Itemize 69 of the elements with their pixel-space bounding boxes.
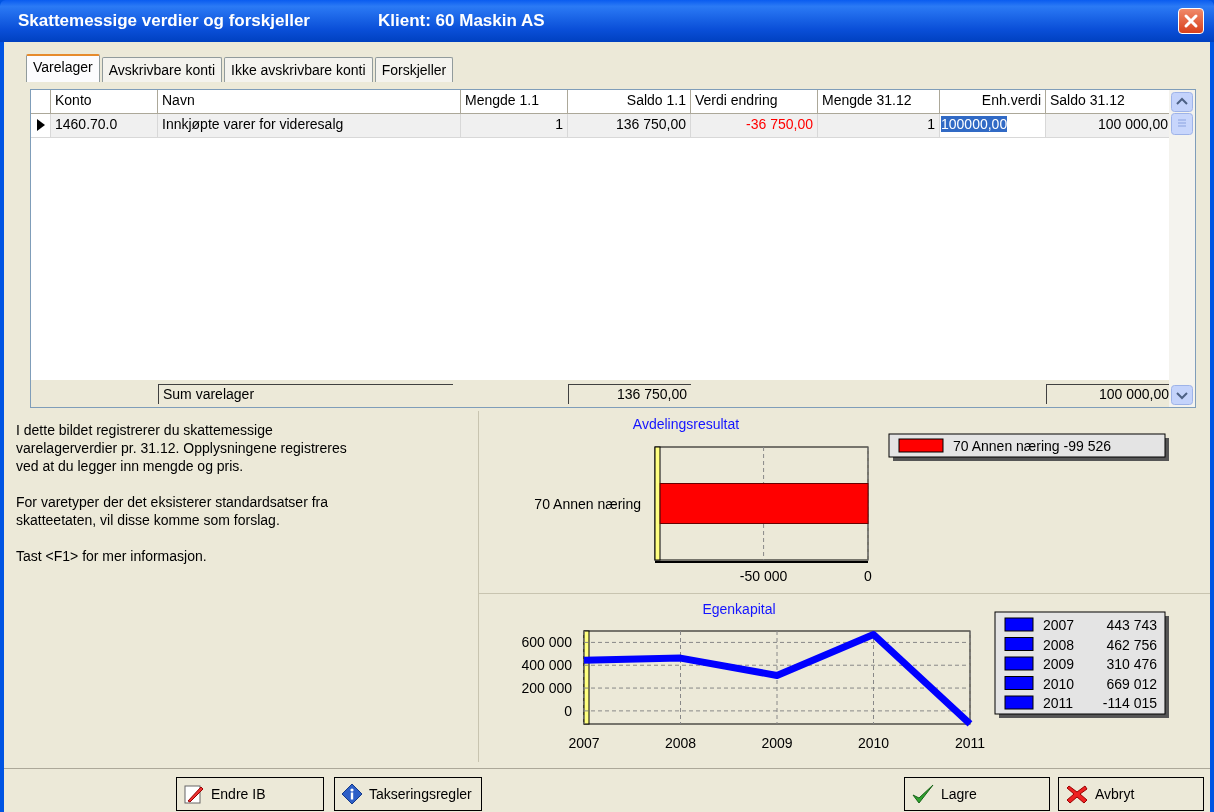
legend-swatch: [1004, 695, 1034, 710]
table-cell: 1: [818, 113, 940, 138]
window-title: Skattemessige verdier og forskjeller: [18, 11, 310, 31]
tab[interactable]: Avskrivbare konti: [101, 57, 222, 82]
toolbar-button[interactable]: Endre IB: [176, 777, 324, 812]
scrollbar[interactable]: [1169, 89, 1195, 408]
sum-label: Sum varelager: [158, 383, 453, 404]
checkmark-icon: [911, 783, 935, 806]
legend-label: 2011: [1043, 695, 1074, 712]
axis-tick-label: 200 000: [521, 680, 572, 697]
legend-label: 2007: [1043, 617, 1075, 634]
column-header[interactable]: Verdi endring: [691, 89, 818, 114]
legend-swatch: [1004, 656, 1034, 671]
info-text: I dette bildet registrerer du skattemessige varelagerverdier pr. 31.12. Opplysningene registreres ved at du legger inn mengde og pris.: [16, 421, 348, 476]
sum-field: 136 750,00: [568, 383, 691, 404]
axis-tick-label: 0: [564, 702, 572, 719]
axis-tick-label: 2007: [568, 735, 600, 752]
info-text: Tast <F1> for mer informasjon.: [16, 547, 208, 566]
axis-tick-label: 2010: [857, 735, 890, 752]
pencil-icon: [183, 783, 205, 806]
table-cell: -36 750,00: [691, 113, 818, 138]
table-cell: 100000,00: [940, 113, 1046, 138]
axis-tick-label: 2008: [664, 735, 697, 752]
column-header[interactable]: Konto: [51, 89, 158, 114]
tab[interactable]: Forskjeller: [374, 57, 454, 82]
legend-label: 70 Annen næring -99 526: [953, 438, 1111, 455]
column-header[interactable]: Mengde 1.1: [461, 89, 568, 114]
table-cell: 136 750,00: [568, 113, 691, 138]
table-cell: 1: [461, 113, 568, 138]
chart-title: Egenkapital: [702, 601, 776, 618]
legend-swatch: [1004, 676, 1034, 691]
axis-tick-label: 0: [864, 568, 872, 585]
axis-tick-label: -50 000: [739, 568, 788, 585]
cross-icon: [1065, 783, 1089, 806]
close-button[interactable]: [1178, 8, 1204, 34]
axis-tick-label: 2011: [954, 735, 986, 752]
legend-swatch: [1004, 617, 1034, 632]
client-label: Klient: 60 Maskin AS: [378, 11, 545, 31]
column-header[interactable]: Saldo 1.1: [568, 89, 691, 114]
axis-tick-label: 2009: [761, 735, 793, 752]
legend-label: 2009: [1043, 656, 1075, 673]
table-cell: Innkjøpte varer for videresalg: [158, 113, 461, 138]
column-header[interactable]: Navn: [158, 89, 461, 114]
save-button[interactable]: Lagre: [904, 777, 1050, 812]
category-label: 70 Annen næring: [534, 495, 641, 512]
legend-swatch: [1004, 637, 1034, 652]
legend-value: 462 756: [1106, 636, 1157, 653]
scroll-thumb-icon[interactable]: [1171, 112, 1193, 135]
axis-tick-label: 600 000: [521, 634, 572, 651]
column-header[interactable]: Enh.verdi: [940, 89, 1046, 114]
legend-value: 310 476: [1106, 656, 1157, 673]
tab[interactable]: Varelager: [26, 54, 100, 82]
column-header[interactable]: Mengde 31.12: [818, 89, 940, 114]
toolbar-button[interactable]: Takseringsregler: [334, 777, 482, 812]
info-text: For varetyper der det eksisterer standardsatser fra skatteetaten, vil disse komme som forslag.: [16, 493, 330, 530]
legend-value: 443 743: [1106, 617, 1157, 634]
scroll-down-icon[interactable]: [1171, 385, 1193, 406]
table-cell: 1460.70.0: [51, 113, 158, 138]
info-icon: [341, 783, 363, 806]
scroll-up-icon[interactable]: [1171, 91, 1193, 112]
chart-title: Avdelingsresultat: [632, 416, 740, 433]
legend-value: -114 015: [1102, 695, 1157, 712]
legend-label: 2010: [1043, 675, 1075, 692]
axis-tick-label: 400 000: [521, 657, 572, 674]
legend-value: 669 012: [1106, 675, 1157, 692]
legend-label: 2008: [1043, 636, 1075, 653]
close-icon: [1182, 12, 1200, 30]
tab[interactable]: Ikke avskrivbare konti: [224, 57, 373, 82]
cancel-button[interactable]: Avbryt: [1058, 777, 1204, 812]
